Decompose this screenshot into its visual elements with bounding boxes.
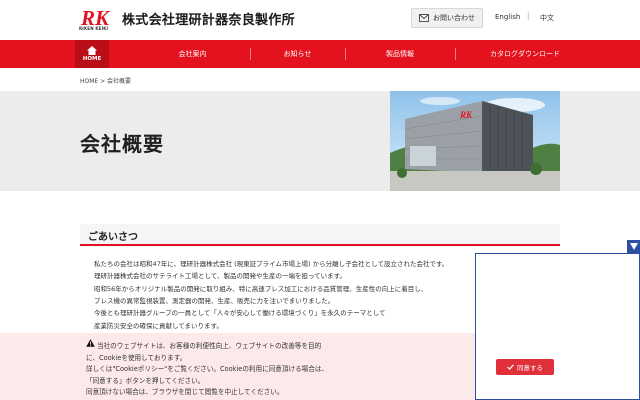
greeting-paragraph-line: 今後とも理研計器グループの一員として「人々が安心して働ける環境づくり」を永久のテ…: [94, 309, 386, 317]
agree-button[interactable]: 同意する: [496, 359, 554, 375]
side-panel[interactable]: [475, 253, 640, 400]
cookie-notice-line: 同意頂けない場合は、ブラウザを閉じて閲覧を中止してください。: [86, 388, 284, 396]
page-title: 会社概要: [80, 132, 164, 156]
logo-subtext: RIKEN KEIKI: [79, 26, 109, 31]
greeting-paragraph-line: 昭和56年からオリジナル製品の開発に取り組み、特に高速プレス加工における品質管理…: [94, 285, 428, 293]
greeting-paragraph-line: プレス機の異常監視装置、測定器の開発、生産、販売に力を注いでまいりました。: [94, 297, 335, 305]
checkmark-icon: [507, 364, 514, 370]
nav-item-products[interactable]: 製品情報: [345, 40, 455, 68]
company-name[interactable]: 株式会社理研計器奈良製作所: [122, 9, 295, 28]
contact-button[interactable]: お問い合わせ: [411, 8, 483, 28]
home-icon: [87, 46, 97, 55]
cookie-notice-line: 「同意する」ボタンを押してください。: [86, 377, 205, 385]
section-header: ごあいさつ: [80, 224, 560, 246]
svg-text:RK: RK: [459, 110, 473, 120]
cookie-notice-line: 当社のウェブサイトは、お客様の利便性向上、ウェブサイトの改善等を目的: [97, 342, 322, 350]
panel-toggle-button[interactable]: [627, 240, 640, 253]
contact-button-label: お問い合わせ: [433, 14, 475, 22]
cookie-notice-line: に、Cookieを使用しております。: [86, 354, 187, 362]
greeting-paragraph-line: 産業防災安全の確保に貢献してまいります。: [94, 322, 223, 330]
factory-building-photo: RK: [390, 91, 560, 191]
breadcrumb: HOME > 会社概要: [80, 78, 132, 85]
nav-home-label: HOME: [82, 56, 102, 62]
nav-home[interactable]: HOME: [75, 40, 109, 68]
section-title: ごあいさつ: [88, 232, 138, 243]
lang-divider: |: [527, 12, 530, 20]
triangle-down-icon: [629, 243, 638, 250]
cookie-notice-line: 詳しくは"Cookieポリシー"をご覧ください。Cookieの利用に同意頂ける場…: [86, 365, 329, 373]
greeting-paragraph-line: 私たちの会社は昭和47年に、理研計器株式会社 (現東証プライム市場上場) から分…: [94, 260, 449, 268]
nav-item-catalog[interactable]: カタログダウンロード: [455, 40, 595, 68]
agree-button-label: 同意する: [517, 364, 543, 372]
nav-item-news[interactable]: お知らせ: [250, 40, 345, 68]
greeting-paragraph-line: 理研計器株式会社のサテライト工場として、製品の開発や生産の一端を担っています。: [94, 272, 347, 280]
lang-english-link[interactable]: English: [495, 13, 520, 21]
warning-icon: [86, 339, 95, 347]
mail-icon: [419, 14, 429, 22]
nav-item-company[interactable]: 会社案内: [135, 40, 250, 68]
lang-chinese-link[interactable]: 中文: [540, 13, 554, 23]
